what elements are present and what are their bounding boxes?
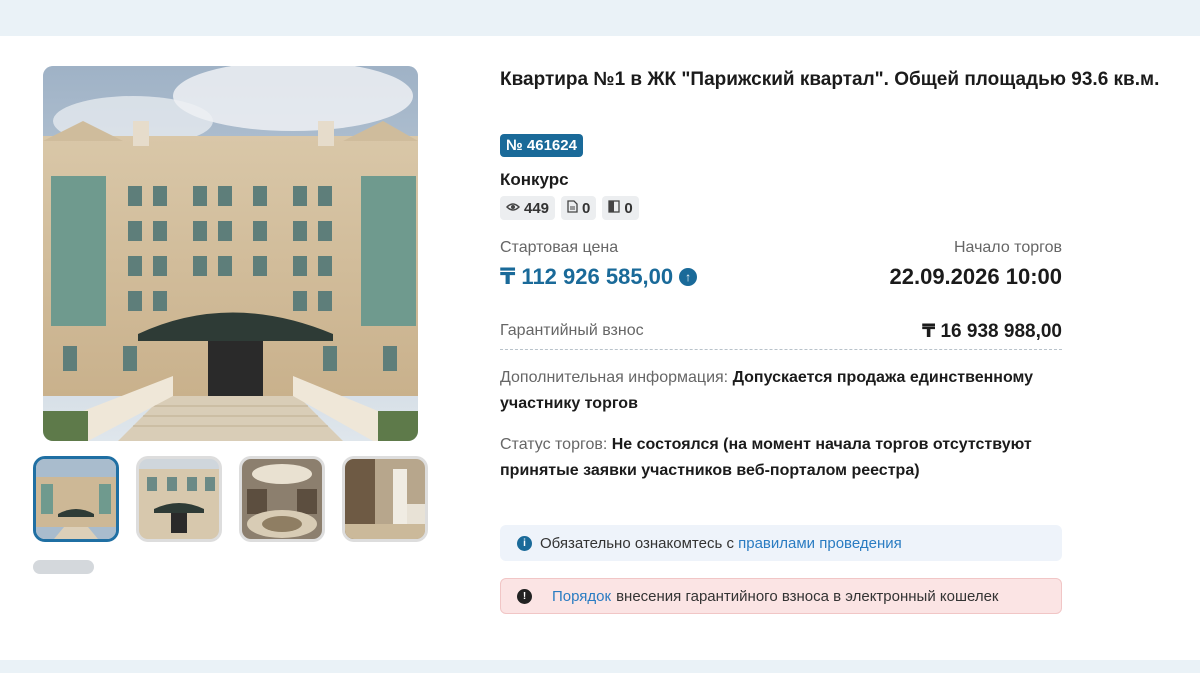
info-icon: ! xyxy=(517,588,532,604)
building-photo xyxy=(43,66,418,441)
start-price-value: ₸ 112 926 585,00 xyxy=(500,264,674,289)
guarantee-label: Гарантийный взнос xyxy=(500,322,644,339)
lot-stats: 449 0 0 xyxy=(500,196,639,220)
thumbnail-interior-image xyxy=(345,459,425,539)
bookmarks-counter: 0 xyxy=(602,196,639,220)
thumbnail-2[interactable] xyxy=(136,456,222,542)
auction-status-label: Статус торгов: xyxy=(500,436,608,453)
document-icon xyxy=(567,200,578,216)
views-count: 449 xyxy=(524,199,550,217)
lot-title: Квартира №1 в ЖК "Парижский квартал". Об… xyxy=(500,69,1160,90)
lot-card: Квартира №1 в ЖК "Парижский квартал". Об… xyxy=(0,36,1200,660)
main-photo[interactable] xyxy=(43,66,418,441)
thumbnail-3[interactable] xyxy=(239,456,325,542)
lot-number-badge: № 461624 xyxy=(500,134,583,157)
rules-link[interactable]: правилами проведения xyxy=(738,535,902,552)
deposit-procedure-link[interactable]: Порядок xyxy=(552,588,611,605)
start-date-label: Начало торгов xyxy=(953,239,1062,256)
gallery-scroll-indicator[interactable] xyxy=(33,560,94,574)
deposit-notice: ! Порядок внесения гарантийного взноса в… xyxy=(500,578,1062,614)
documents-counter: 0 xyxy=(561,196,597,220)
deposit-notice-text: внесения гарантийного взноса в электронн… xyxy=(616,587,999,605)
start-price: ₸ 112 926 585,00 ↑ xyxy=(500,264,698,290)
guarantee-value: ₸ 16 938 988,00 xyxy=(921,321,1062,342)
views-counter: 449 xyxy=(500,196,556,220)
rules-notice: i Обязательно ознакомтесь с правилами пр… xyxy=(500,525,1062,561)
thumbnail-strip xyxy=(33,456,428,542)
info-icon: i xyxy=(517,535,532,551)
eye-icon xyxy=(505,201,521,215)
additional-info: Дополнительная информация: Допускается п… xyxy=(500,365,1040,417)
auction-start-date: 22.09.2026 10:00 xyxy=(889,264,1063,289)
arrow-up-circle-icon: ↑ xyxy=(679,268,698,286)
thumbnail-building-image xyxy=(36,459,116,539)
rules-notice-text: Обязательно ознакомтесь с xyxy=(540,534,734,552)
thumbnail-lobby-image xyxy=(242,459,322,539)
bookmarks-count: 0 xyxy=(624,199,633,217)
documents-count: 0 xyxy=(582,199,591,217)
auction-status: Статус торгов: Не состоялся (на момент н… xyxy=(500,432,1040,484)
bookmark-icon xyxy=(608,200,621,216)
start-price-label: Стартовая цена xyxy=(500,239,619,256)
thumbnail-1[interactable] xyxy=(33,456,119,542)
thumbnail-4[interactable] xyxy=(342,456,428,542)
auction-type: Конкурс xyxy=(500,170,569,189)
thumbnail-entrance-image xyxy=(139,459,219,539)
guarantee-row: Гарантийный взнос ₸ 16 938 988,00 xyxy=(500,320,1062,350)
additional-info-label: Дополнительная информация: xyxy=(500,369,729,386)
